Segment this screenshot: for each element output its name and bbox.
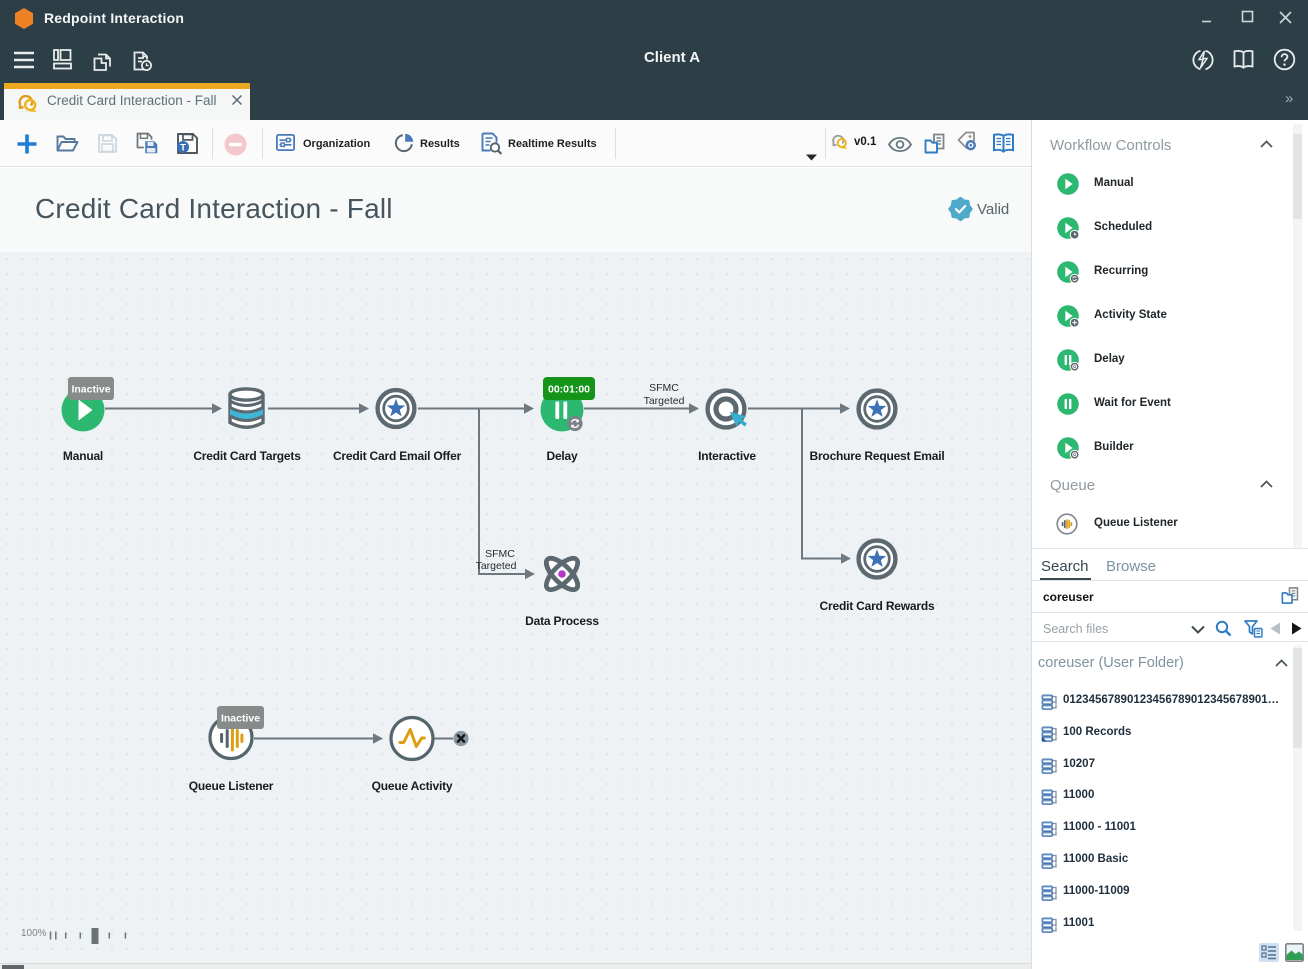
svg-text:SFMC: SFMC [649,382,679,394]
svg-text:T: T [180,143,186,154]
svg-text:Delay: Delay [546,449,578,463]
svg-text:Inactive: Inactive [71,384,110,396]
svg-text:Credit Card Email Offer: Credit Card Email Offer [333,449,462,463]
svg-text:Targeted: Targeted [644,395,685,407]
svg-text:Targeted: Targeted [476,560,517,572]
svg-text:Manual: Manual [63,449,103,463]
svg-text:Inactive: Inactive [221,713,260,725]
svg-text:Queue Listener: Queue Listener [189,779,274,793]
svg-text:Credit Card Rewards: Credit Card Rewards [820,599,935,613]
svg-text:00:01:00: 00:01:00 [548,384,590,396]
svg-text:SFMC: SFMC [485,548,515,560]
svg-text:Data Process: Data Process [525,614,599,628]
svg-text:Brochure Request Email: Brochure Request Email [810,449,945,463]
svg-text:Queue Activity: Queue Activity [372,779,453,793]
svg-text:Credit Card Targets: Credit Card Targets [193,449,301,463]
svg-text:Interactive: Interactive [698,449,756,463]
